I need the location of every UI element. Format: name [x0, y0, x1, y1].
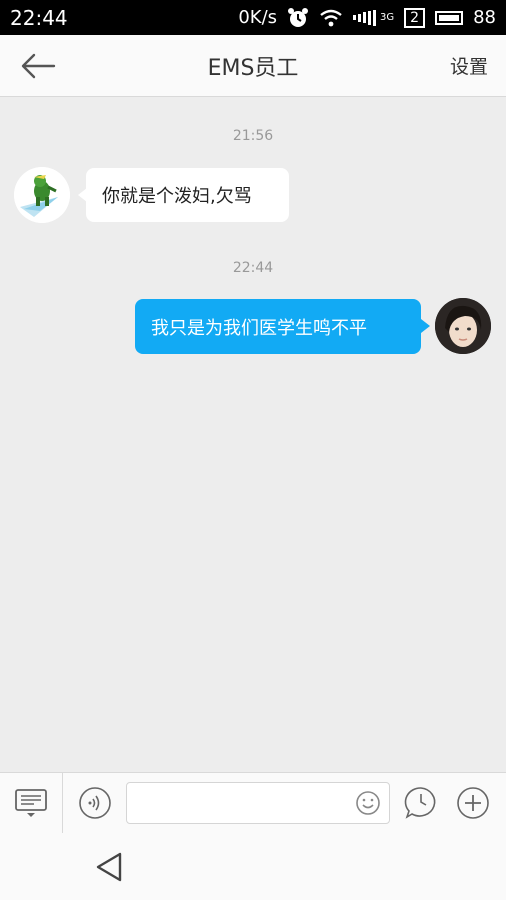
battery-level: 88: [473, 7, 496, 28]
chat-input-bar: [0, 772, 506, 833]
battery-icon: [435, 10, 464, 25]
chat-title: EMS员工: [207, 55, 299, 81]
wifi-icon: [319, 8, 343, 28]
message-text: 我只是为我们医学生鸣不平: [151, 317, 367, 339]
sim-slot-badge: 2: [404, 7, 426, 28]
divider: [62, 773, 63, 833]
triangle-back-icon[interactable]: [94, 851, 124, 883]
arrow-left-icon[interactable]: [18, 51, 58, 81]
status-bar: 22:44 0K/s 3G 2 88: [0, 0, 506, 35]
plus-icon[interactable]: [456, 786, 490, 820]
emoji-icon[interactable]: [355, 790, 381, 816]
settings-button[interactable]: 设置: [450, 52, 488, 79]
system-navigation-bar: [0, 833, 506, 900]
outgoing-message-bubble[interactable]: 我只是为我们医学生鸣不平: [135, 299, 430, 354]
clock-bubble-icon[interactable]: [404, 786, 438, 820]
message-timestamp: 21:56: [232, 128, 274, 144]
message-timestamp: 22:44: [232, 260, 274, 276]
network-speed: 0K/s: [238, 7, 278, 28]
contact-avatar[interactable]: [14, 167, 70, 223]
message-input[interactable]: [133, 783, 357, 823]
chat-header: EMS员工 设置: [0, 35, 506, 97]
user-avatar[interactable]: [435, 298, 491, 354]
signal-icon: 3G: [353, 9, 394, 26]
incoming-message-bubble[interactable]: 你就是个泼妇,欠骂: [78, 168, 289, 222]
voice-icon[interactable]: [78, 786, 112, 820]
status-time: 22:44: [10, 5, 68, 30]
message-text: 你就是个泼妇,欠骂: [102, 186, 252, 207]
alarm-icon: [287, 7, 309, 29]
keyboard-menu-icon[interactable]: [14, 786, 48, 820]
status-icons: 0K/s 3G 2 88: [238, 7, 496, 29]
message-input-field[interactable]: [126, 782, 390, 824]
